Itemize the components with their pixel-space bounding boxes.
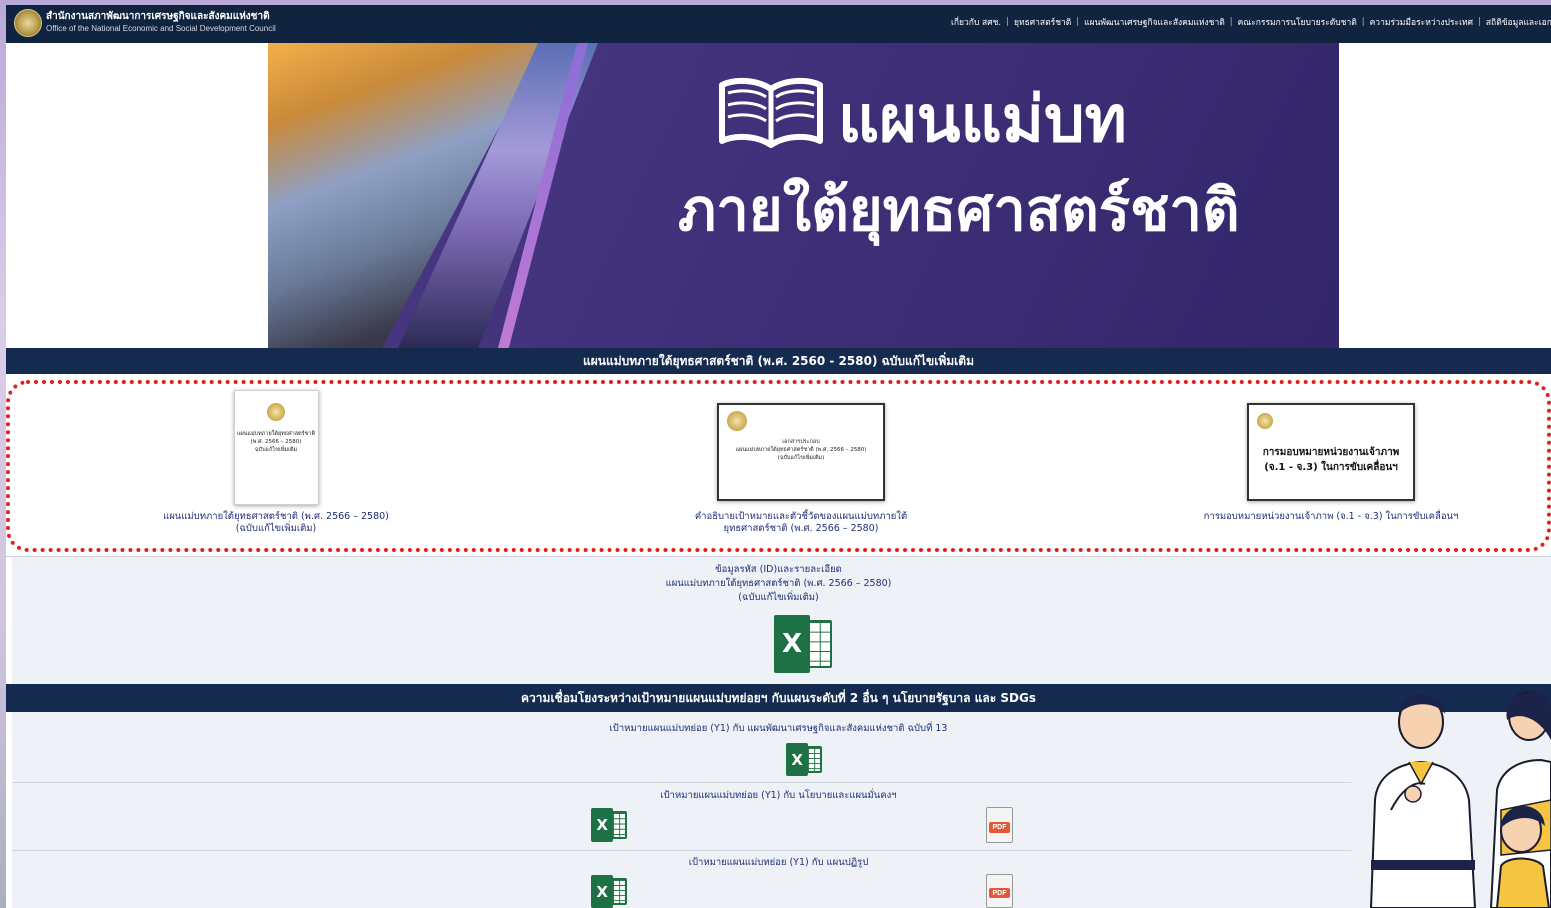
org-name-en[interactable]: Office of the National Economic and Soci…	[46, 24, 276, 33]
id-data-line2[interactable]: แผนแม่บทภายใต้ยุทธศาสตร์ชาติ (พ.ศ. 2566 …	[6, 577, 1551, 591]
cover-sub: แผนแม่บทภายใต้ยุทธศาสตร์ชาติ (พ.ศ. 2566 …	[735, 447, 867, 453]
nav-separator: |	[1006, 17, 1009, 27]
excel-icon[interactable]: X	[591, 875, 627, 908]
org-name-th[interactable]: สำนักงานสภาพัฒนาการเศรษฐกิจและสังคมแห่งช…	[46, 9, 270, 24]
doc-masterplan[interactable]: แผนแม่บทภายใต้ยุทธศาสตร์ชาติ (พ.ศ. 2566 …	[156, 390, 396, 535]
cover-sub2: ฉบับแก้ไขเพิ่มเติม	[254, 447, 298, 453]
doc-cover-masterplan[interactable]: แผนแม่บทภายใต้ยุทธศาสตร์ชาติ (พ.ศ. 2566 …	[233, 390, 319, 505]
nav-item-international[interactable]: ความร่วมมือระหว่างประเทศ	[1370, 15, 1473, 29]
nav-item-about[interactable]: เกี่ยวกับ สศช.	[951, 15, 1001, 29]
nav-item-committee[interactable]: คณะกรรมการนโยบายระดับชาติ	[1238, 15, 1357, 29]
section-title-linkage: ความเชื่อมโยงระหว่างเป้าหมายแผนแม่บทย่อย…	[6, 684, 1551, 712]
doc-cover-explanation[interactable]: เอกสารประกอบ แผนแม่บทภายใต้ยุทธศาสตร์ชาต…	[717, 403, 885, 501]
people-illustration	[1369, 691, 1551, 908]
linkage-row-label[interactable]: เป้าหมายแผนแม่บทย่อย (Y1) กับ แผนปฏิรูป	[6, 856, 1551, 870]
linkage-row-label[interactable]: เป้าหมายแผนแม่บทย่อย (Y1) กับ แผนพัฒนาเศ…	[6, 722, 1551, 736]
nav-separator: |	[1229, 17, 1233, 27]
doc-explanation[interactable]: เอกสารประกอบ แผนแม่บทภายใต้ยุทธศาสตร์ชาต…	[666, 403, 936, 535]
nav-item-statistics[interactable]: สถิติข้อมูลและเอกสา	[1486, 15, 1551, 29]
cover-title-line1: การมอบหมายหน่วยงานเจ้าภาพ	[1262, 447, 1400, 458]
divider	[12, 782, 1351, 783]
doc-caption-line1[interactable]: การมอบหมายหน่วยงานเจ้าภาพ (จ.1 - จ.3) ใน…	[1196, 511, 1466, 523]
pdf-icon[interactable]: PDF	[986, 874, 1013, 908]
cover-sub: (พ.ศ. 2566 – 2580)	[250, 439, 302, 445]
doc-assignment[interactable]: การมอบหมายหน่วยงานเจ้าภาพ (จ.1 - จ.3) ใน…	[1196, 403, 1466, 523]
cover-text: แผนแม่บทภายใต้ยุทธศาสตร์ชาติ	[236, 431, 316, 437]
cover-sub2: (ฉบับแก้ไขเพิ่มเติม)	[777, 455, 825, 461]
nav-separator: |	[1076, 17, 1080, 27]
cover-title: การมอบหมายหน่วยงานเจ้าภาพ (จ.1 - จ.3) ใน…	[1255, 445, 1407, 475]
garuda-emblem-icon	[727, 411, 747, 431]
nav-item-plan[interactable]: แผนพัฒนาเศรษฐกิจและสังคมแห่งชาติ	[1084, 15, 1225, 29]
main-nav: เกี่ยวกับ สศช. | ยุทธศาสตร์ชาติ | แผนพัฒ…	[951, 15, 1551, 29]
nav-separator: |	[1477, 17, 1481, 27]
cover-title-line2: (จ.1 - จ.3) ในการขับเคลื่อนฯ	[1264, 462, 1398, 473]
doc-caption-line1[interactable]: คำอธิบายเป้าหมายและตัวชี้วัดของแผนแม่บทภ…	[666, 511, 936, 523]
nesdc-logo-icon[interactable]	[14, 9, 42, 37]
doc-caption-line2[interactable]: (ฉบับแก้ไขเพิ่มเติม)	[156, 523, 396, 535]
excel-icon[interactable]: X	[591, 808, 627, 842]
divider	[12, 850, 1351, 851]
id-data-line1[interactable]: ข้อมูลรหัส (ID)และรายละเอียด	[6, 563, 1551, 577]
open-book-icon	[719, 77, 823, 148]
doc-cover-assignment[interactable]: การมอบหมายหน่วยงานเจ้าภาพ (จ.1 - จ.3) ใน…	[1247, 403, 1415, 501]
cover-text: เอกสารประกอบ	[782, 439, 820, 445]
pdf-icon[interactable]: PDF	[986, 807, 1013, 843]
section-title-masterplan: แผนแม่บทภายใต้ยุทธศาสตร์ชาติ (พ.ศ. 2560 …	[6, 348, 1551, 374]
banner-title-line2: ภายใต้ยุทธศาสตร์ชาติ	[678, 176, 1240, 244]
garuda-emblem-icon	[1257, 413, 1273, 429]
divider	[6, 556, 1551, 557]
doc-caption-line1[interactable]: แผนแม่บทภายใต้ยุทธศาสตร์ชาติ (พ.ศ. 2566 …	[156, 511, 396, 523]
doc-caption-line2[interactable]: ยุทธศาสตร์ชาติ (พ.ศ. 2566 – 2580)	[666, 523, 936, 535]
page: สำนักงานสภาพัฒนาการเศรษฐกิจและสังคมแห่งช…	[6, 5, 1551, 908]
linkage-panel	[12, 712, 1551, 908]
garuda-emblem-icon	[266, 403, 285, 421]
linkage-row-label[interactable]: เป้าหมายแผนแม่บทย่อย (Y1) กับ นโยบายและแ…	[6, 789, 1551, 803]
nav-separator: |	[1361, 17, 1365, 27]
banner-title-line1: แผนแม่บท	[838, 83, 1127, 157]
excel-icon[interactable]: X	[774, 615, 832, 673]
id-data-line3[interactable]: (ฉบับแก้ไขเพิ่มเติม)	[6, 591, 1551, 605]
excel-icon[interactable]: X	[786, 743, 822, 776]
top-header: สำนักงานสภาพัฒนาการเศรษฐกิจและสังคมแห่งช…	[6, 5, 1551, 43]
hero-banner: แผนแม่บท ภายใต้ยุทธศาสตร์ชาติ	[268, 43, 1339, 348]
nav-item-strategy[interactable]: ยุทธศาสตร์ชาติ	[1014, 15, 1071, 29]
